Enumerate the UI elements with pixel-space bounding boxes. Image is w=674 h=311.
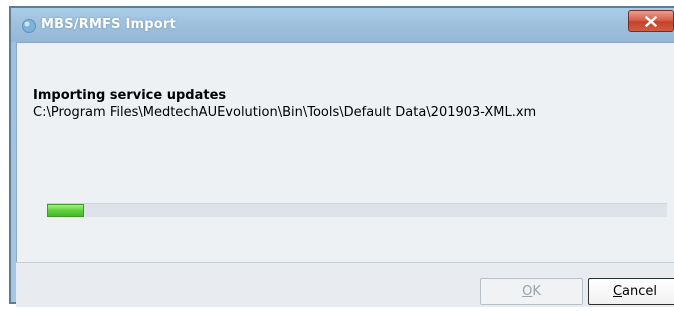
window-title: MBS/RMFS Import (41, 17, 176, 32)
button-bar: OK Cancel (16, 262, 674, 307)
ok-button-label: K (532, 284, 541, 299)
title-bar[interactable]: MBS/RMFS Import (11, 8, 674, 42)
close-button[interactable] (628, 10, 674, 32)
cancel-button-label: ancel (622, 284, 658, 299)
status-heading: Importing service updates (33, 88, 227, 103)
cancel-button[interactable]: Cancel (588, 278, 674, 305)
close-icon (645, 15, 657, 27)
progress-bar (47, 203, 667, 217)
dialog-content: Importing service updates C:\Program Fil… (16, 42, 674, 262)
import-dialog-window: MBS/RMFS Import Importing service update… (9, 6, 674, 307)
app-icon (22, 19, 36, 33)
ok-button[interactable]: OK (480, 278, 583, 305)
cancel-button-mnemonic: C (612, 284, 623, 299)
progress-bar-fill (47, 204, 85, 217)
import-file-path: C:\Program Files\MedtechAUEvolution\Bin\… (33, 105, 537, 120)
ok-button-mnemonic: O (522, 284, 533, 299)
